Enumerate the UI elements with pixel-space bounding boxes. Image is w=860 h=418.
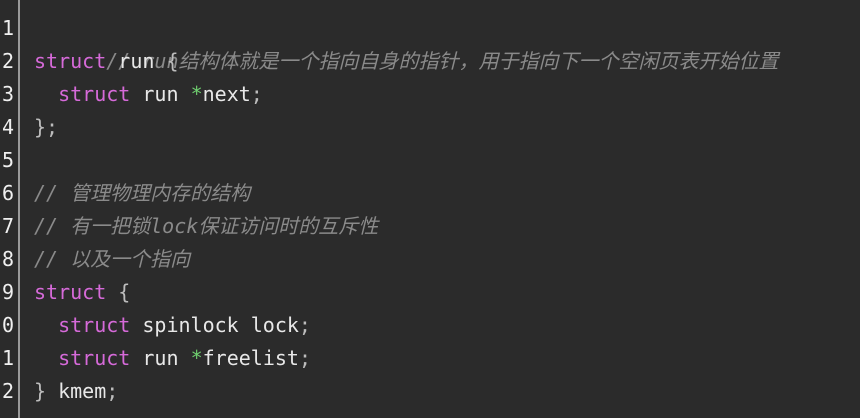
line-number: 1	[1, 346, 14, 370]
gutter-separator	[18, 0, 20, 418]
comment: // 以及一个指向	[34, 247, 191, 271]
pointer-operator: *	[190, 346, 203, 370]
line-number: 2	[1, 49, 14, 73]
identifier: freelist	[202, 346, 299, 370]
identifier: run	[106, 49, 167, 73]
keyword: struct	[58, 313, 131, 337]
keyword: struct	[58, 346, 131, 370]
code-line[interactable]: } kmem;	[34, 375, 118, 408]
line-number: 3	[1, 82, 14, 106]
identifier: next	[202, 82, 251, 106]
line-number-gutter: 1 2 3 4 5 6 7 8 9 0 1 2	[0, 0, 18, 418]
identifier: kmem	[46, 379, 107, 403]
keyword: struct	[34, 280, 107, 304]
punctuation: {	[166, 49, 179, 73]
line-number: 6	[1, 181, 14, 205]
pointer-operator: *	[190, 82, 203, 106]
identifier: run	[130, 82, 191, 106]
comment: // 管理物理内存的结构	[34, 181, 251, 205]
punctuation: {	[106, 280, 131, 304]
line-number: 4	[1, 115, 14, 139]
identifier: spinlock lock	[130, 313, 299, 337]
code-line[interactable]: struct run *freelist;	[34, 342, 311, 375]
code-line[interactable]: };	[34, 111, 58, 144]
punctuation: ;	[298, 346, 311, 370]
code-line[interactable]: // 以及一个指向	[34, 243, 190, 276]
comment: // run结构体就是一个指向自身的指针，用于指向下一个空闲页表开始位置	[106, 49, 779, 73]
code-line[interactable]: struct run {	[34, 45, 179, 78]
line-number: 9	[1, 280, 14, 304]
keyword: struct	[58, 82, 131, 106]
line-number: 1	[1, 16, 14, 40]
line-number: 2	[1, 379, 14, 403]
code-line[interactable]: // run结构体就是一个指向自身的指针，用于指向下一个空闲页表开始位置	[34, 12, 778, 73]
identifier: run	[130, 346, 191, 370]
code-line[interactable]: struct run *next;	[34, 78, 263, 111]
punctuation: }	[34, 379, 47, 403]
line-number: 8	[1, 247, 14, 271]
line-number: 0	[1, 313, 14, 337]
code-line[interactable]: struct spinlock lock;	[34, 309, 311, 342]
punctuation: ;	[250, 82, 263, 106]
line-number: 5	[1, 148, 14, 172]
punctuation: ;	[106, 379, 119, 403]
comment: // 有一把锁lock保证访问时的互斥性	[34, 214, 379, 238]
keyword: struct	[34, 49, 107, 73]
code-line[interactable]: // 管理物理内存的结构	[34, 177, 250, 210]
code-editor[interactable]: 1 2 3 4 5 6 7 8 9 0 1 2 // run结构体就是一个指向自…	[0, 0, 860, 418]
punctuation: ;	[298, 313, 311, 337]
punctuation: };	[34, 115, 59, 139]
code-line[interactable]: // 有一把锁lock保证访问时的互斥性	[34, 210, 378, 243]
code-line[interactable]: struct {	[34, 276, 130, 309]
line-number: 7	[1, 214, 14, 238]
